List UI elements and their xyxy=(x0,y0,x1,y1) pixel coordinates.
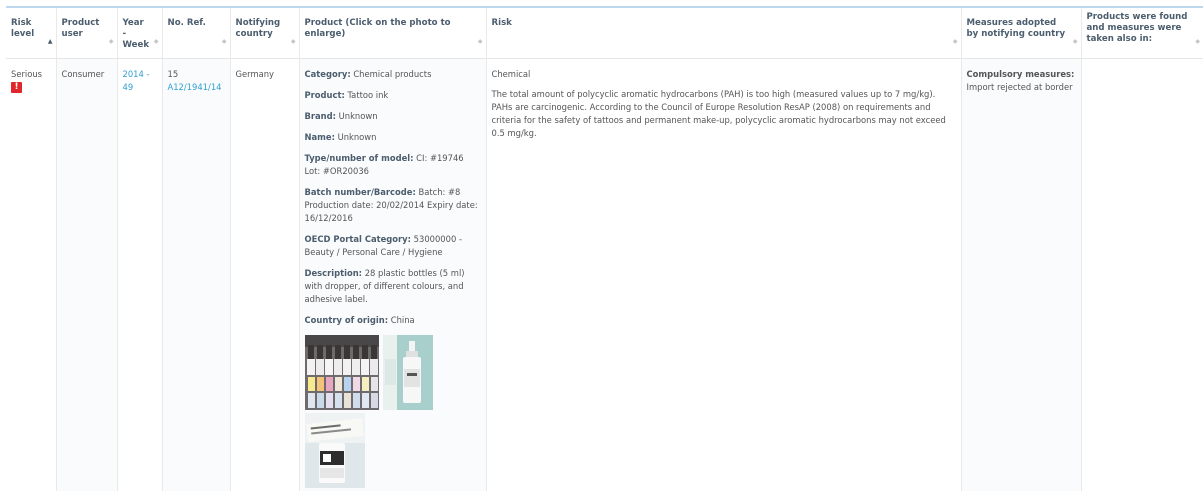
ref-notification-link[interactable]: A12/1941/14 xyxy=(168,82,222,92)
column-header-risk[interactable]: Risk ◆ xyxy=(486,8,962,59)
ref-number-text: 15 xyxy=(167,68,179,79)
product-brand: Brand: Unknown xyxy=(304,110,378,121)
sort-icon[interactable]: ◆ xyxy=(154,39,159,45)
product-description: Description: 28 plastic bottles (5 ml) w… xyxy=(304,267,465,304)
product-name: Name: Unknown xyxy=(304,131,377,142)
product-oecd-category: OECD Portal Category: 53000000 - Beauty … xyxy=(304,233,462,257)
sort-icon[interactable]: ◆ xyxy=(1195,39,1200,45)
serious-risk-icon: ! xyxy=(11,81,22,93)
column-header-product[interactable]: Product (Click on the photo to enlarge) ◆ xyxy=(299,8,487,59)
product-model: Type/number of model: CI: #19746 Lot: #O… xyxy=(304,152,464,176)
product-origin: Country of origin: China xyxy=(304,314,415,325)
sort-icon[interactable]: ◆ xyxy=(1073,39,1078,45)
product-photo-label-closeup[interactable] xyxy=(304,412,365,488)
cell-product: Category: Chemical products Product: Tat… xyxy=(299,58,487,491)
product-user-text: Consumer xyxy=(61,68,105,79)
sort-icon[interactable]: ◆ xyxy=(291,39,296,45)
cell-year-week: 2014 - 49 xyxy=(117,58,163,491)
cell-product-user: Consumer xyxy=(56,58,118,491)
product-category: Category: Chemical products xyxy=(304,68,432,79)
column-header-risk-level[interactable]: Risk level ▲ xyxy=(6,8,57,59)
notifying-country-text: Germany xyxy=(235,68,275,79)
cell-notifying-country: Germany xyxy=(230,58,300,491)
column-header-product-user[interactable]: Product user ◆ xyxy=(56,8,118,59)
column-header-year-week[interactable]: Year - Week ◆ xyxy=(117,8,163,59)
cell-risk: Chemical The total amount of polycyclic … xyxy=(486,58,962,491)
sort-icon[interactable]: ◆ xyxy=(478,39,483,45)
cell-risk-level: Serious ! xyxy=(6,58,57,491)
measures-value: Import rejected at border xyxy=(966,81,1073,92)
cell-also-found-in xyxy=(1081,58,1203,491)
product-batch: Batch number/Barcode: Batch: #8 Producti… xyxy=(304,186,478,223)
table-row: Serious ! Consumer 2014 - 49 15 A12/1941… xyxy=(6,58,1203,491)
header-row: Risk level ▲ Product user ◆ Year - Week ◆ N… xyxy=(6,8,1203,59)
product-type: Product: Tattoo ink xyxy=(304,89,389,100)
risk-type: Chemical xyxy=(491,68,531,79)
risk-level-text: Serious xyxy=(11,68,43,79)
product-photo-single-bottle[interactable] xyxy=(383,334,434,410)
year-week-link[interactable]: 2014 - 49 xyxy=(123,69,150,92)
sort-asc-icon[interactable]: ▲ xyxy=(48,39,53,45)
product-photo-bottle-set[interactable] xyxy=(304,334,379,410)
risk-description: The total amount of polycyclic aromatic … xyxy=(491,88,946,138)
column-header-measures[interactable]: Measures adopted by notifying country ◆ xyxy=(961,8,1082,59)
product-photo-gallery xyxy=(304,334,435,491)
measures-label: Compulsory measures: xyxy=(966,68,1075,79)
sort-icon[interactable]: ◆ xyxy=(953,39,958,45)
column-header-notifying-country[interactable]: Notifying country ◆ xyxy=(230,8,300,59)
rapex-results-table: Risk level ▲ Product user ◆ Year - Week ◆ N… xyxy=(6,8,1203,491)
column-header-ref-number[interactable]: No. Ref. ◆ xyxy=(162,8,231,59)
cell-measures: Compulsory measures: Import rejected at … xyxy=(961,58,1082,491)
measures-text: Compulsory measures: Import rejected at … xyxy=(967,68,1076,94)
sort-icon[interactable]: ◆ xyxy=(222,39,227,45)
sort-icon[interactable]: ◆ xyxy=(109,39,114,45)
cell-ref-number: 15 A12/1941/14 xyxy=(162,58,231,491)
column-header-also-found-in[interactable]: Products were found and measures were ta… xyxy=(1081,8,1203,59)
